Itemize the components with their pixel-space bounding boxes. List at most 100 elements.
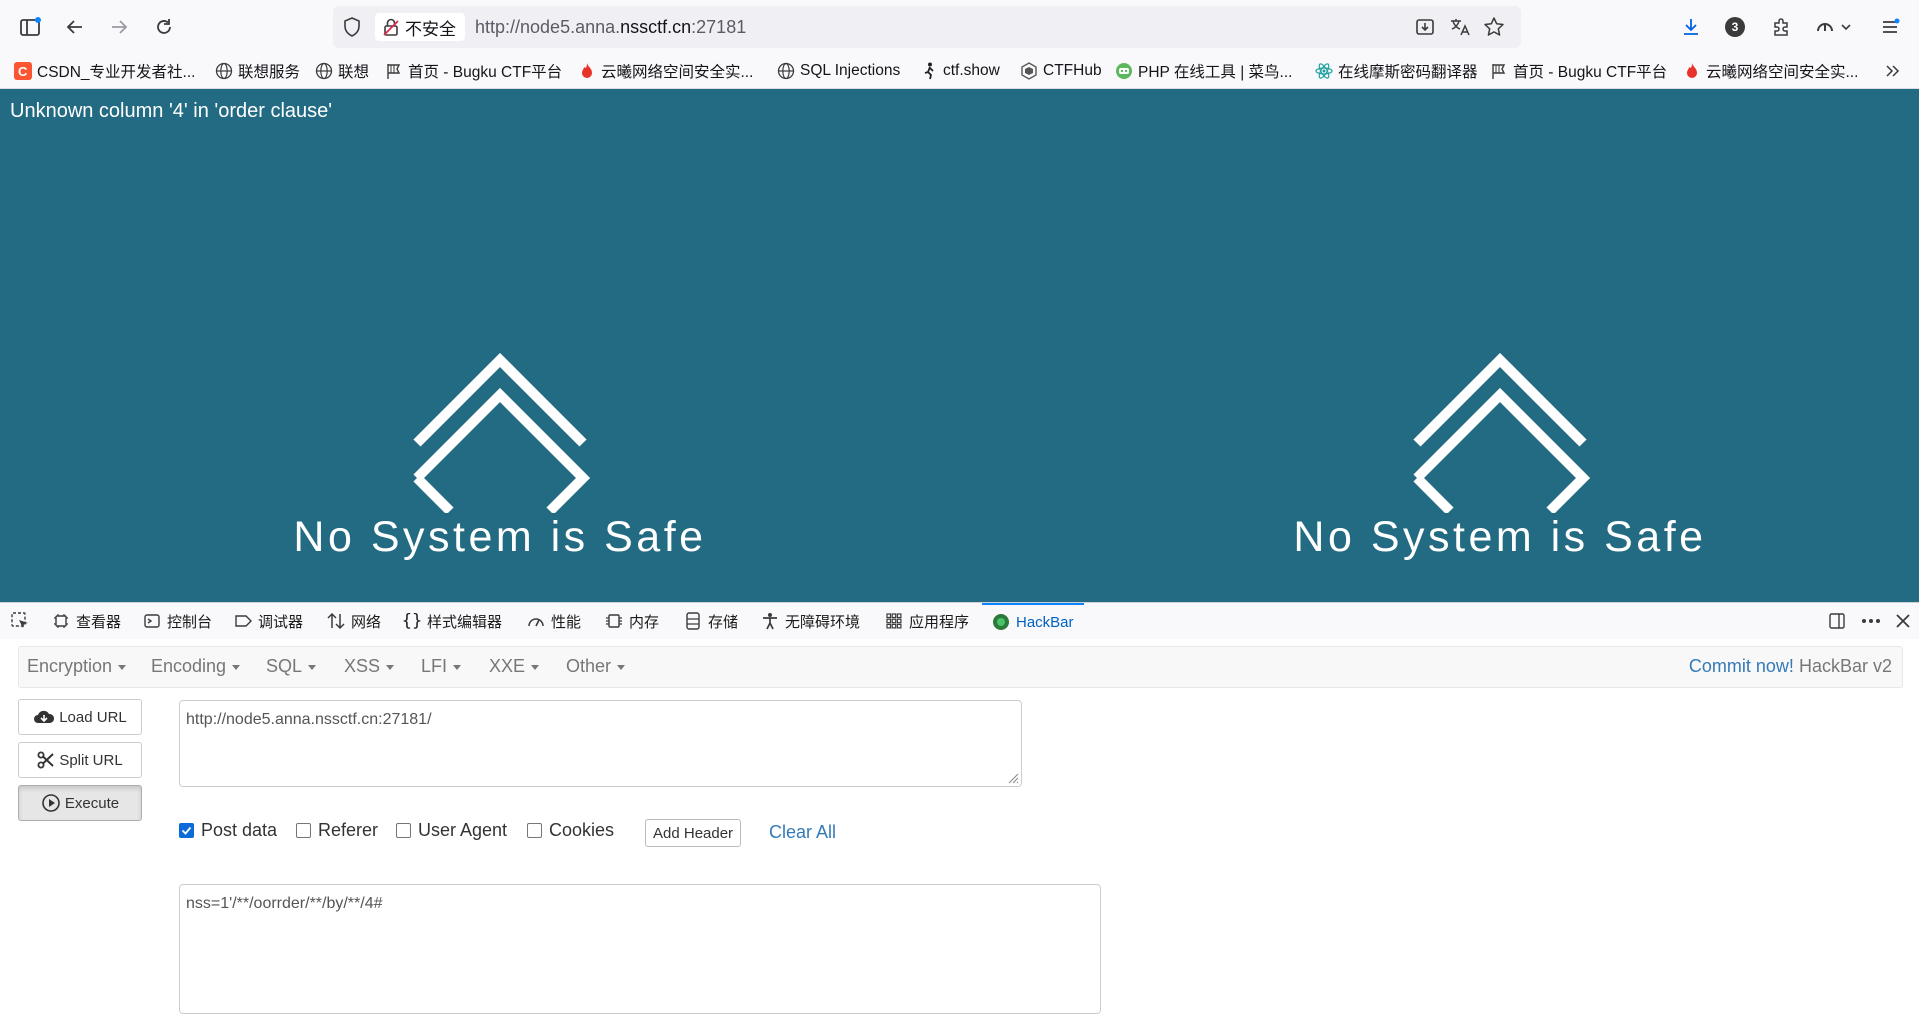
add-header-button[interactable]: Add Header: [645, 819, 742, 847]
bookmark-csdn[interactable]: C CSDN_专业开发者社...: [14, 60, 195, 82]
forward-icon[interactable]: [104, 12, 134, 42]
bookmark-ctfshow[interactable]: ctf.show: [920, 60, 1000, 82]
tab-console[interactable]: 控制台: [143, 603, 212, 639]
commit-banner: Commit now! HackBar v2: [1689, 656, 1892, 677]
bookmarks-bar: C CSDN_专业开发者社... 联想服务 联想 首页 - Bugku CTF平台…: [0, 54, 1919, 89]
bookmark-star-icon[interactable]: [1483, 16, 1505, 38]
dock-side-icon[interactable]: [1828, 603, 1846, 639]
svg-text:C: C: [18, 64, 28, 79]
resize-grip-icon[interactable]: [1007, 772, 1019, 784]
post-data-checkbox[interactable]: Post data: [179, 820, 277, 841]
bookmark-sql-injections[interactable]: SQL Injections: [777, 60, 900, 82]
runoob-icon: [1115, 62, 1133, 80]
bookmarks-overflow-chevron-icon[interactable]: [1884, 60, 1902, 82]
accessibility-icon: [761, 612, 779, 630]
referer-checkbox[interactable]: Referer: [296, 820, 378, 841]
install-page-icon[interactable]: [1415, 17, 1435, 37]
bookmark-yunxi-1[interactable]: 云曦网络空间安全实...: [578, 60, 753, 82]
tab-network[interactable]: 网络: [327, 603, 381, 639]
split-url-button[interactable]: Split URL: [18, 742, 142, 778]
tab-performance[interactable]: 性能: [527, 603, 581, 639]
extensions-puzzle-icon[interactable]: [1766, 12, 1796, 42]
cookies-checkbox[interactable]: Cookies: [527, 820, 614, 841]
insecure-badge[interactable]: 不安全: [375, 13, 465, 41]
caret-down-icon: [531, 664, 540, 670]
devtools-tab-bar: 查看器 控制台 调试器 网络 {} 样式编辑器 性能 内存 存储 无障碍环境 应用…: [0, 602, 1919, 640]
tab-storage[interactable]: 存储: [684, 603, 738, 639]
account-sync-icon[interactable]: [1810, 12, 1858, 42]
app-menu-icon[interactable]: [1875, 12, 1905, 42]
execute-button[interactable]: Execute: [18, 785, 142, 821]
downloads-icon[interactable]: [1676, 12, 1706, 42]
bookmark-bugku-1[interactable]: 首页 - Bugku CTF平台: [385, 60, 562, 82]
tab-memory[interactable]: 内存: [605, 603, 659, 639]
bookmark-yunxi-2[interactable]: 云曦网络空间安全实...: [1683, 60, 1858, 82]
storage-icon: [684, 612, 702, 630]
tab-style-editor[interactable]: {} 样式编辑器: [402, 603, 502, 639]
checkmark-icon: [179, 823, 194, 838]
close-devtools-icon[interactable]: [1895, 603, 1911, 639]
back-icon[interactable]: [60, 12, 90, 42]
hackbar-version: HackBar v2: [1798, 656, 1892, 676]
debugger-icon: [234, 612, 252, 630]
runner-icon: [920, 62, 938, 80]
post-data-textarea[interactable]: nss=1'/**/oorrder/**/by/**/4#: [179, 884, 1101, 1014]
ctfhub-icon: [1020, 62, 1038, 80]
console-icon: [143, 612, 161, 630]
menu-sql[interactable]: SQL: [266, 656, 317, 677]
more-options-icon[interactable]: [1860, 603, 1882, 639]
hackbar-menubar: Encryption Encoding SQL XSS LFI XXE Othe…: [18, 646, 1903, 688]
caret-down-icon: [453, 664, 462, 670]
hackbar-panel: Encryption Encoding SQL XSS LFI XXE Othe…: [0, 639, 1919, 1014]
url-text[interactable]: http://node5.anna.nssctf.cn:27181: [475, 17, 746, 38]
caret-down-icon: [308, 664, 317, 670]
bookmark-morse[interactable]: 在线摩斯密码翻译器: [1315, 60, 1478, 82]
commit-now-link[interactable]: Commit now!: [1689, 656, 1794, 676]
atom-icon: [1315, 62, 1333, 80]
tracking-shield-icon[interactable]: [343, 17, 361, 37]
menu-encoding[interactable]: Encoding: [151, 656, 241, 677]
clear-all-link[interactable]: Clear All: [769, 822, 836, 843]
hackbar-icon: [992, 613, 1010, 631]
tab-debugger[interactable]: 调试器: [234, 603, 303, 639]
memory-icon: [605, 612, 623, 630]
reload-icon[interactable]: [149, 12, 179, 42]
broken-lock-icon: [382, 17, 400, 37]
logo-right: No System is Safe: [1290, 353, 1710, 573]
element-picker-icon[interactable]: [10, 603, 30, 639]
load-url-button[interactable]: Load URL: [18, 699, 142, 735]
user-agent-checkbox[interactable]: User Agent: [396, 820, 507, 841]
address-bar[interactable]: 不安全 http://node5.anna.nssctf.cn:27181: [333, 6, 1521, 48]
inspector-icon: [52, 612, 70, 630]
scissors-icon: [37, 751, 55, 769]
bookmark-runoob-php[interactable]: PHP 在线工具 | 菜鸟...: [1115, 60, 1292, 82]
flag-icon: [385, 62, 403, 80]
menu-xxe[interactable]: XXE: [489, 656, 540, 677]
menu-encryption[interactable]: Encryption: [27, 656, 127, 677]
caret-down-icon: [386, 664, 395, 670]
url-textarea[interactable]: http://node5.anna.nssctf.cn:27181/: [179, 700, 1022, 787]
security-label: 不安全: [405, 19, 456, 39]
bookmark-bugku-2[interactable]: 首页 - Bugku CTF平台: [1490, 60, 1667, 82]
menu-xss[interactable]: XSS: [344, 656, 395, 677]
menu-lfi[interactable]: LFI: [421, 656, 462, 677]
tab-hackbar[interactable]: HackBar: [982, 603, 1084, 639]
csdn-icon: C: [14, 62, 32, 80]
menu-other[interactable]: Other: [566, 656, 626, 677]
tab-inspector[interactable]: 查看器: [52, 603, 121, 639]
translate-icon[interactable]: [1449, 17, 1471, 37]
extensions-count-badge[interactable]: 3: [1720, 12, 1750, 42]
sidebar-toggle-icon[interactable]: [15, 12, 45, 42]
application-icon: [885, 612, 903, 630]
web-page-content: Unknown column '4' in 'order clause' No …: [0, 89, 1919, 602]
performance-icon: [527, 612, 545, 630]
tab-application[interactable]: 应用程序: [885, 603, 969, 639]
bookmark-ctfhub[interactable]: CTFHub: [1020, 60, 1102, 82]
cloud-download-icon: [33, 708, 55, 726]
browser-toolbar: 不安全 http://node5.anna.nssctf.cn:27181 3: [0, 0, 1919, 54]
flame-icon: [578, 62, 596, 80]
tab-accessibility[interactable]: 无障碍环境: [761, 603, 860, 639]
bookmark-lenovo[interactable]: 联想: [315, 60, 369, 82]
bookmark-lenovo-service[interactable]: 联想服务: [215, 60, 300, 82]
globe-icon: [777, 62, 795, 80]
